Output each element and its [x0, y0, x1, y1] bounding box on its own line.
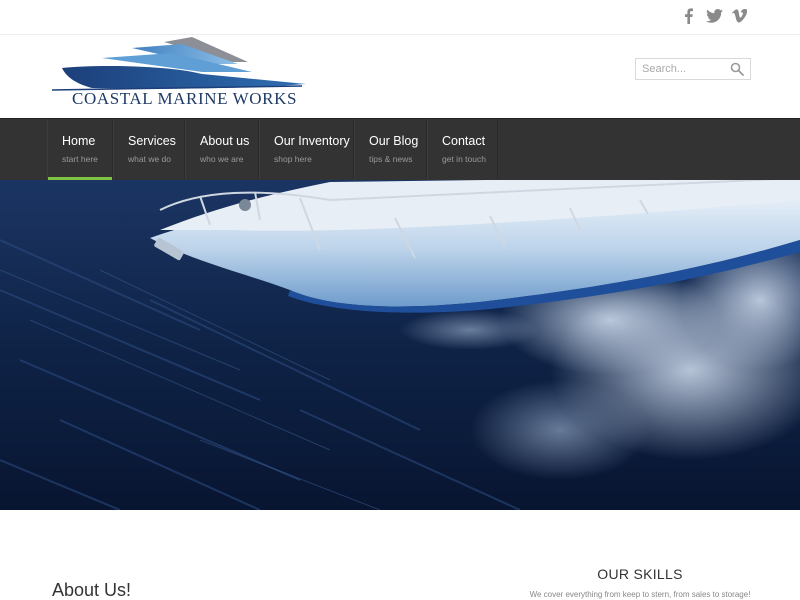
- nav-sublabel: get in touch: [442, 154, 486, 164]
- nav-label: Services: [128, 134, 176, 148]
- nav-item-home[interactable]: Home start here: [47, 119, 113, 180]
- nav-label: Our Inventory: [274, 134, 350, 148]
- site-header: COASTAL MARINE WORKS: [0, 35, 800, 118]
- search-box: [635, 58, 751, 80]
- search-icon[interactable]: [730, 62, 744, 76]
- skills-subtitle: We cover everything from keep to stern, …: [529, 590, 751, 599]
- nav-sublabel: tips & news: [369, 154, 413, 164]
- yacht-hero-illustration: [0, 180, 800, 510]
- top-bar: [0, 0, 800, 35]
- facebook-icon[interactable]: [681, 7, 695, 25]
- nav-sublabel: shop here: [274, 154, 312, 164]
- boat-logo-icon: [52, 37, 306, 91]
- nav-item-our-inventory[interactable]: Our Inventory shop here: [259, 119, 354, 179]
- nav-label: Our Blog: [369, 134, 419, 148]
- search-input[interactable]: [636, 59, 728, 79]
- vimeo-icon[interactable]: [731, 7, 747, 25]
- nav-label: Home: [62, 134, 96, 148]
- site-logo[interactable]: COASTAL MARINE WORKS: [52, 36, 312, 108]
- hero-image: [0, 180, 800, 510]
- logo-text: COASTAL MARINE WORKS: [72, 89, 298, 108]
- nav-item-about-us[interactable]: About us who we are: [185, 119, 259, 179]
- nav-sublabel: who we are: [200, 154, 244, 164]
- nav-item-contact[interactable]: Contact get in touch: [427, 119, 498, 179]
- nav-sublabel: what we do: [128, 154, 171, 164]
- twitter-icon[interactable]: [704, 7, 724, 25]
- nav-item-services[interactable]: Services what we do: [113, 119, 185, 179]
- main-nav: Home start here Services what we do Abou…: [0, 118, 800, 180]
- nav-item-our-blog[interactable]: Our Blog tips & news: [354, 119, 427, 179]
- about-heading: About Us!: [52, 580, 132, 600]
- nav-label: About us: [200, 134, 250, 148]
- skills-heading: OUR SKILLS: [597, 566, 683, 582]
- nav-label: Contact: [442, 134, 486, 148]
- nav-sublabel: start here: [62, 154, 98, 164]
